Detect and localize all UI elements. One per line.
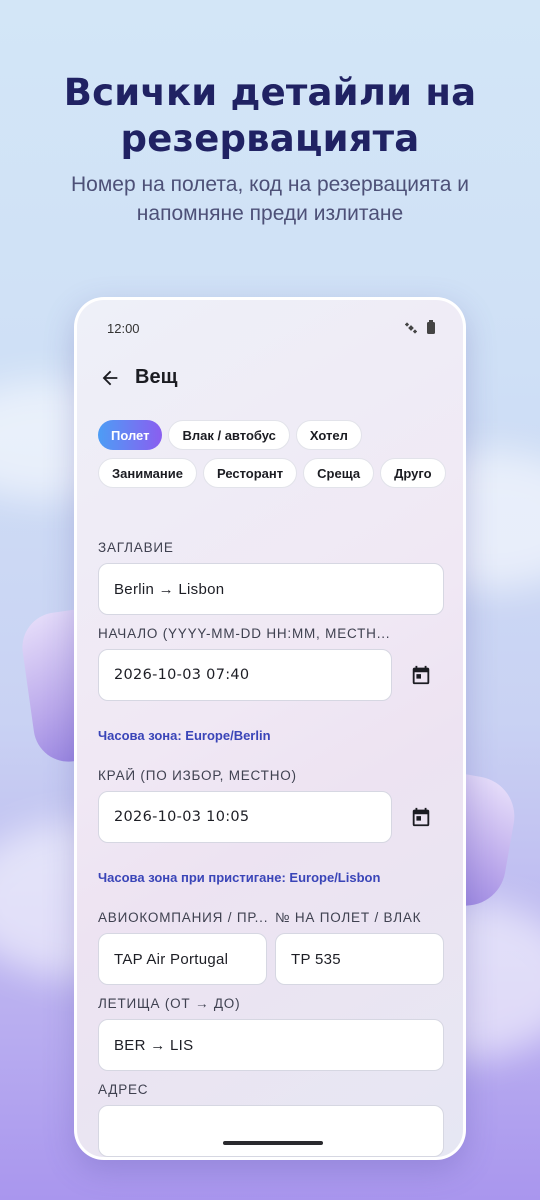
battery-icon [427,320,435,334]
promo-header: Всички детайли на резервацията Номер на … [0,70,540,228]
promo-subtitle-line: напомняне преди излитане [136,202,404,225]
address-label: АДРЕС [98,1082,149,1097]
end-timezone-text: Часова зона при пристигане: Europe/Lisbo… [98,870,381,885]
airports-input[interactable]: BER → LIS [98,1019,444,1071]
start-datetime-input[interactable]: 2026-10-03 07:40 [98,649,392,701]
airports-label: ЛЕТИЩА (ОТ → ДО) [98,996,241,1011]
start-timezone-text: Часова зона: Europe/Berlin [98,728,271,743]
calendar-icon[interactable] [410,806,432,828]
home-indicator [223,1141,323,1145]
title-input[interactable]: Berlin → Lisbon [98,563,444,615]
chip-train-bus[interactable]: Влак / автобус [168,420,290,450]
promo-title-line: резервацията [120,117,420,160]
airline-input[interactable]: TAP Air Portugal [98,933,267,985]
title-label: ЗАГЛАВИЕ [98,540,174,555]
page-title: Вещ [135,366,178,388]
status-time: 12:00 [107,320,140,336]
flight-number-label: № НА ПОЛЕТ / ВЛАК [275,910,422,925]
address-input[interactable] [98,1105,444,1157]
status-bar: 12:00 [107,320,435,336]
promo-title: Всички детайли на резервацията [0,70,540,162]
app-screen: 12:00 Вещ Полет Влак / автобус Хотел Зан… [77,300,463,1157]
flight-number-input[interactable]: TP 535 [275,933,444,985]
category-chips: Полет Влак / автобус Хотел Занимание Рес… [98,420,448,488]
promo-subtitle: Номер на полета, код на резервацията и н… [0,170,540,228]
phone-frame: 12:00 Вещ Полет Влак / автобус Хотел Зан… [74,297,466,1160]
start-label: НАЧАЛО (YYYY-MM-DD HH:MM, МЕСТН... [98,626,391,641]
chip-hotel[interactable]: Хотел [295,420,362,450]
app-bar: Вещ [99,366,177,389]
end-datetime-input[interactable]: 2026-10-03 10:05 [98,791,392,843]
airline-label: АВИОКОМПАНИЯ / ПР... [98,910,268,925]
promo-title-line: Всички детайли на [63,71,477,114]
chip-meeting[interactable]: Среща [303,458,375,488]
chip-flight[interactable]: Полет [98,420,163,450]
arrow-left-icon[interactable] [99,367,121,389]
promo-subtitle-line: Номер на полета, код на резервацията и [71,173,469,196]
satellite-icon [405,322,417,334]
chip-other[interactable]: Друго [380,458,446,488]
calendar-icon[interactable] [410,664,432,686]
chip-activity[interactable]: Занимание [98,458,197,488]
chip-restaurant[interactable]: Ресторант [202,458,298,488]
end-label: КРАЙ (ПО ИЗБОР, МЕСТНО) [98,768,297,783]
